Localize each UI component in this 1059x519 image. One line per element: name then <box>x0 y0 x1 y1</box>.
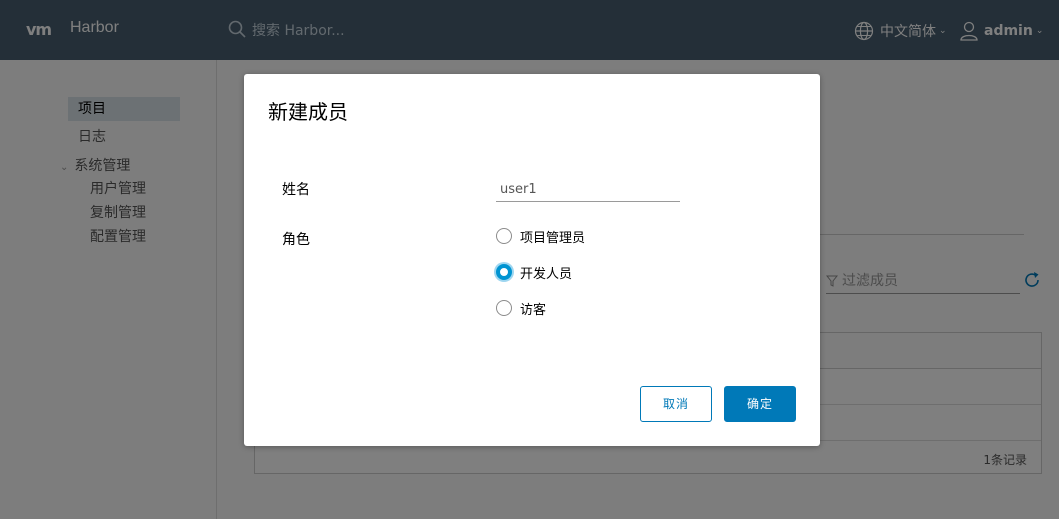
new-member-dialog: 新建成员 姓名 角色 项目管理员 开发人员 访客 取消 确定 <box>244 74 820 446</box>
radio-button[interactable] <box>496 264 512 280</box>
confirm-button[interactable]: 确定 <box>724 386 796 422</box>
dialog-title: 新建成员 <box>268 100 348 124</box>
role-option-developer[interactable]: 开发人员 <box>496 262 572 282</box>
role-option-guest[interactable]: 访客 <box>496 298 546 318</box>
role-option-label: 访客 <box>520 302 547 318</box>
radio-button[interactable] <box>496 300 512 316</box>
role-option-label: 开发人员 <box>520 266 573 282</box>
role-label: 角色 <box>282 232 310 248</box>
role-option-project-admin[interactable]: 项目管理员 <box>496 226 585 246</box>
role-option-label: 项目管理员 <box>520 230 586 246</box>
username-field[interactable] <box>496 178 680 202</box>
name-label: 姓名 <box>282 182 310 198</box>
cancel-button[interactable]: 取消 <box>640 386 712 422</box>
radio-button[interactable] <box>496 228 512 244</box>
